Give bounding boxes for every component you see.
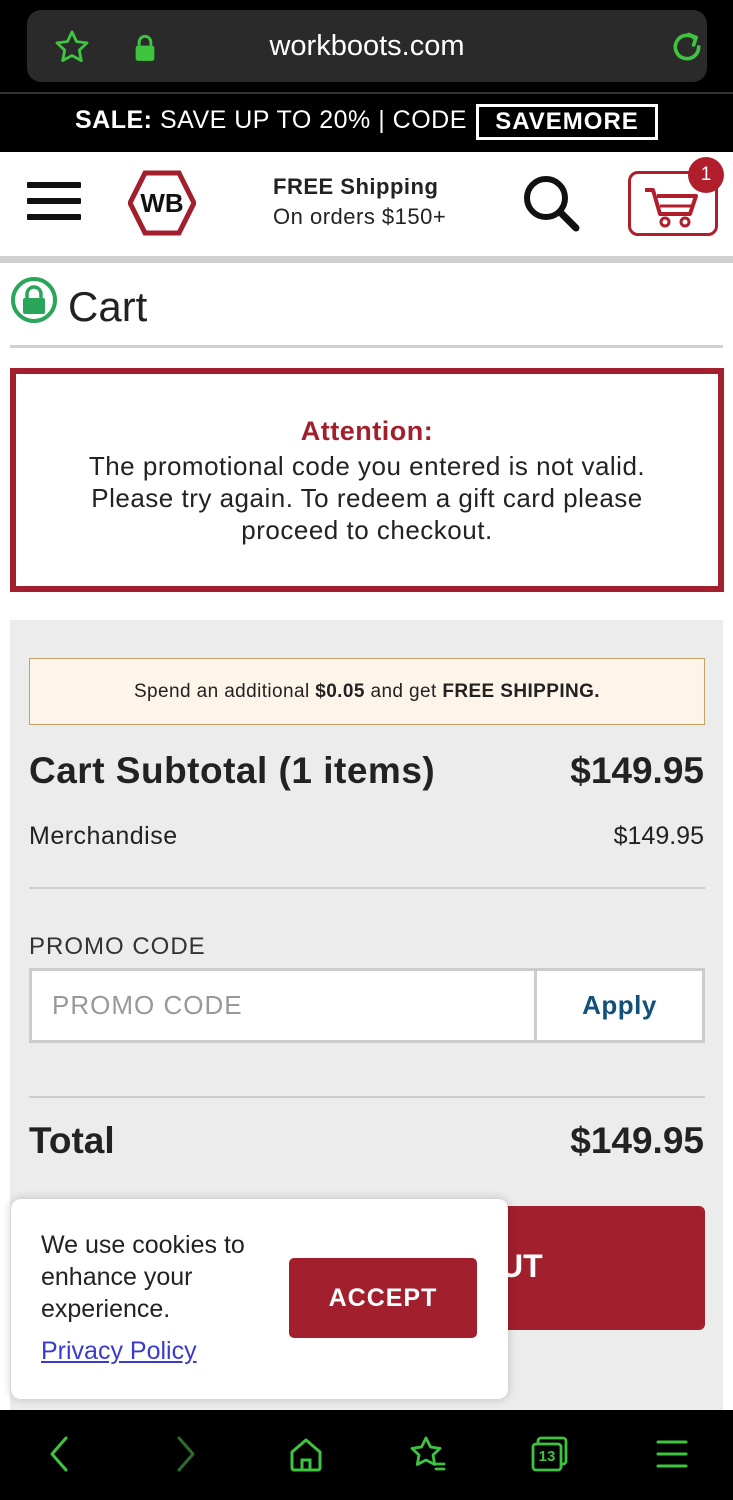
menu-icon[interactable] bbox=[652, 1434, 692, 1474]
tabs-icon[interactable]: 13 bbox=[530, 1434, 570, 1474]
privacy-policy-link[interactable]: Privacy Policy bbox=[41, 1337, 197, 1366]
browser-top-bar: workboots.com bbox=[0, 0, 733, 92]
accept-cookies-button[interactable]: ACCEPT bbox=[289, 1258, 477, 1338]
promo-error-alert: Attention: The promotional code you ente… bbox=[10, 368, 724, 592]
header-divider bbox=[0, 256, 733, 263]
free-shipping-note: Spend an additional $0.05 and get FREE S… bbox=[29, 658, 705, 725]
page-title: Cart bbox=[68, 283, 148, 330]
total-label: Total bbox=[29, 1120, 115, 1161]
hamburger-icon[interactable] bbox=[27, 182, 81, 224]
cart-count-badge: 1 bbox=[688, 157, 724, 193]
alert-message: The promotional code you entered is not … bbox=[88, 451, 646, 545]
shipping-title: FREE Shipping bbox=[273, 174, 439, 199]
tab-count: 13 bbox=[538, 1448, 556, 1465]
shipping-subtitle: On orders $150+ bbox=[273, 204, 447, 229]
cookie-message: We use cookies to enhance your experienc… bbox=[41, 1231, 245, 1323]
site-header: WB FREE Shipping On orders $150+ bbox=[0, 152, 733, 256]
promo-banner[interactable]: SALE: SAVE UP TO 20% | CODE SAVEMORE bbox=[0, 92, 733, 152]
logo-text: WB bbox=[140, 188, 183, 218]
summary-divider bbox=[29, 887, 705, 889]
sale-text: SAVE UP TO 20% | CODE bbox=[152, 106, 467, 134]
free-ship-amount: $0.05 bbox=[315, 681, 365, 702]
free-ship-mid: and get bbox=[364, 681, 443, 702]
cookie-banner: We use cookies to enhance your experienc… bbox=[11, 1199, 508, 1399]
summary-divider bbox=[29, 1096, 705, 1098]
bookmarks-icon[interactable] bbox=[408, 1434, 448, 1474]
apply-button[interactable]: Apply bbox=[534, 968, 705, 1043]
secure-lock-icon bbox=[11, 277, 57, 323]
promo-code-label: PROMO CODE bbox=[29, 933, 206, 960]
browser-bottom-bar: 13 bbox=[0, 1410, 733, 1500]
address-bar[interactable]: workboots.com bbox=[27, 10, 707, 82]
home-icon[interactable] bbox=[286, 1434, 326, 1474]
free-ship-pre: Spend an additional bbox=[133, 681, 316, 702]
url-text[interactable]: workboots.com bbox=[27, 10, 707, 82]
promo-code-badge: SAVEMORE bbox=[476, 104, 658, 140]
promo-code-input[interactable] bbox=[29, 968, 535, 1043]
merchandise-value: $149.95 bbox=[613, 822, 704, 850]
subtotal-label: Cart Subtotal (1 items) bbox=[29, 750, 436, 791]
promo-text: SALE: SAVE UP TO 20% | CODE bbox=[75, 106, 467, 135]
reload-icon[interactable] bbox=[667, 27, 707, 67]
back-icon[interactable] bbox=[40, 1434, 80, 1474]
search-icon[interactable] bbox=[520, 172, 582, 234]
title-divider bbox=[10, 345, 723, 348]
merchandise-label: Merchandise bbox=[29, 822, 178, 850]
total-value: $149.95 bbox=[570, 1120, 704, 1161]
sale-label: SALE: bbox=[75, 106, 153, 134]
logo[interactable]: WB bbox=[128, 170, 196, 236]
forward-icon[interactable] bbox=[165, 1434, 205, 1474]
subtotal-value: $149.95 bbox=[570, 750, 704, 791]
free-ship-bold: FREE SHIPPING. bbox=[442, 681, 600, 702]
alert-title: Attention: bbox=[300, 416, 434, 446]
